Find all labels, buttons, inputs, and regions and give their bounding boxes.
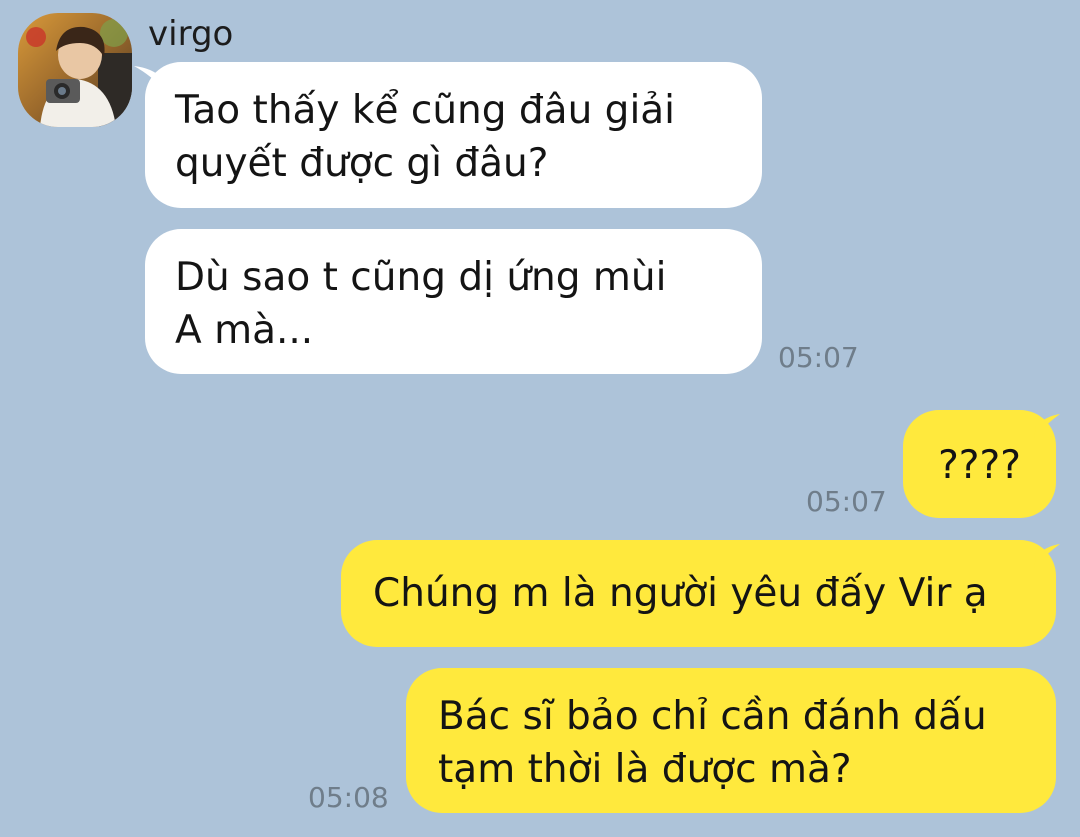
message-text-line: A mà... [175, 308, 314, 353]
message-text: ???? [938, 443, 1021, 488]
message-text-line: Dù sao t cũng dị ứng mùi [175, 255, 667, 300]
message-text-line: quyết được gì đâu? [175, 141, 549, 186]
outgoing-bubble-tail [1034, 414, 1060, 438]
message-timestamp: 05:07 [778, 341, 859, 374]
incoming-message-bubble[interactable]: Tao thấy kể cũng đâu giải quyết được gì … [145, 62, 762, 208]
contact-name: virgo [148, 14, 234, 54]
message-text: Chúng m là người yêu đấy Vir ạ [373, 571, 988, 616]
message-timestamp: 05:07 [806, 485, 887, 518]
contact-avatar[interactable] [18, 13, 132, 127]
message-timestamp: 05:08 [308, 781, 389, 814]
message-text-line: Tao thấy kể cũng đâu giải [175, 88, 676, 133]
outgoing-bubble-tail [1034, 544, 1060, 568]
avatar-photo [18, 13, 132, 127]
incoming-message-bubble[interactable]: Dù sao t cũng dị ứng mùi A mà... [145, 229, 762, 374]
outgoing-message-bubble[interactable]: Chúng m là người yêu đấy Vir ạ [341, 540, 1056, 647]
outgoing-message-bubble[interactable]: Bác sĩ bảo chỉ cần đánh dấu tạm thời là … [406, 668, 1056, 813]
message-text-line: tạm thời là được mà? [438, 747, 852, 792]
message-text-line: Bác sĩ bảo chỉ cần đánh dấu [438, 694, 987, 739]
